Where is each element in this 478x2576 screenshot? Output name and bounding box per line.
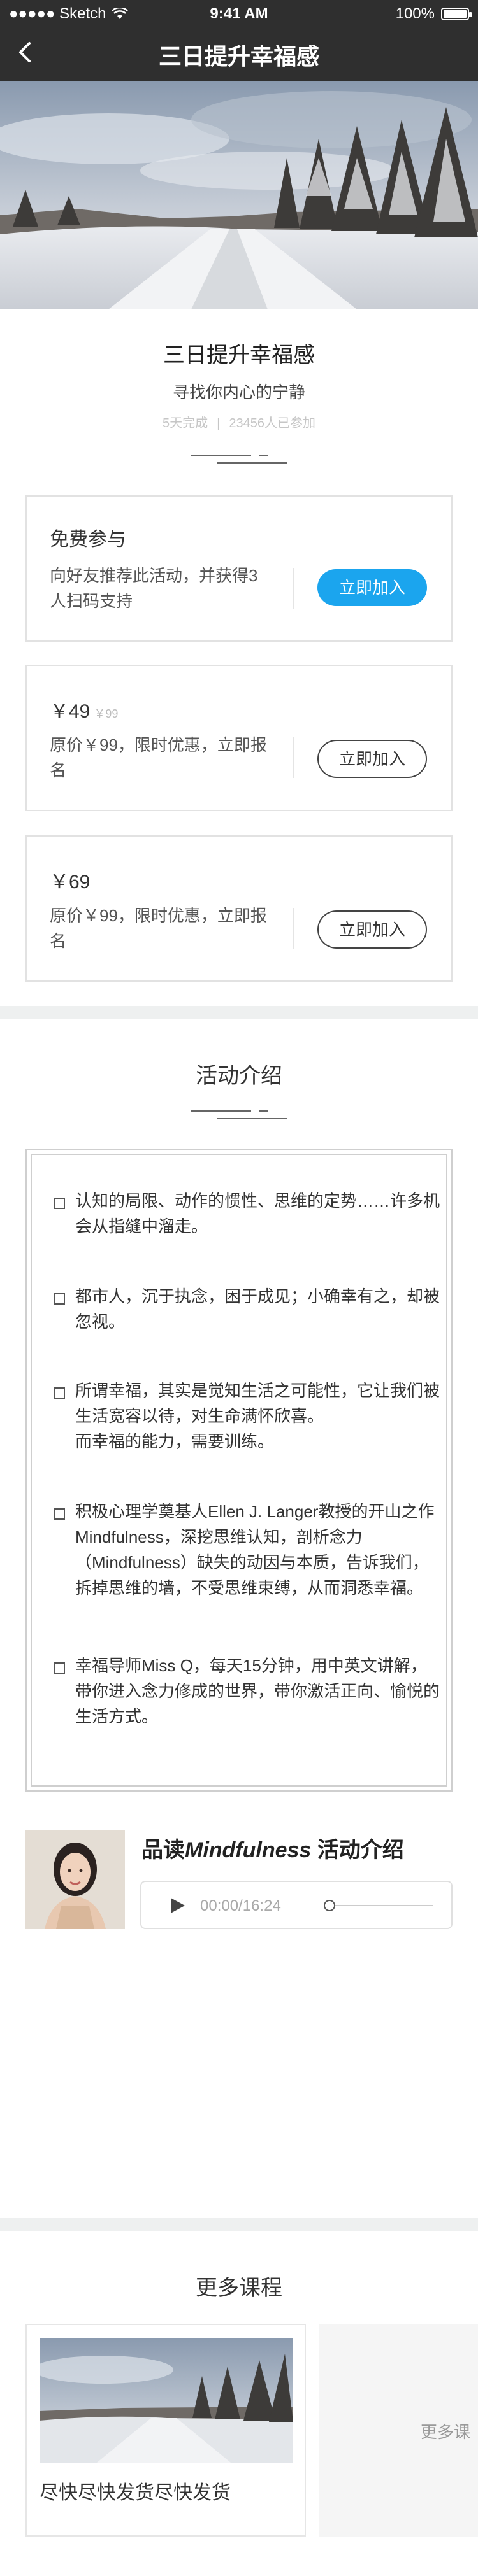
plan-title: 免费参与 <box>50 529 126 550</box>
meta-separator: | <box>217 416 221 430</box>
intro-item-text: 幸福导师Miss Q，每天15分钟，用中英文讲解，带你进入念力修成的世界，带你激… <box>75 1656 440 1726</box>
join-button[interactable]: 立即加入 <box>317 910 427 949</box>
course-title: 三日提升幸福感 <box>163 343 315 367</box>
section-gap <box>0 1006 478 1019</box>
checkbox-icon <box>54 1198 65 1209</box>
intro-divider <box>191 1110 287 1119</box>
course-duration: 5天完成 <box>163 416 208 430</box>
intro-item-text: 都市人，沉于执念，困于成见；小确幸有之，却被忽视。 <box>75 1287 440 1331</box>
more-courses-panel: 更多课 <box>319 2324 478 2537</box>
audio-title: 品读Mindfulness 活动介绍 <box>141 1832 404 1864</box>
intro-title: 活动介绍 <box>196 1064 282 1088</box>
price-original: ￥99 <box>94 707 119 720</box>
audio-progress-track[interactable] <box>326 1905 433 1906</box>
plan-price: ￥49 ￥99 <box>50 695 118 723</box>
status-right: 100% <box>395 5 472 23</box>
plan-description: 原价￥99，限时优惠，立即报名 <box>50 735 267 780</box>
section-gap <box>0 2218 478 2231</box>
join-button[interactable]: 立即加入 <box>317 740 427 778</box>
intro-box: 认知的局限、动作的惯性、思维的定势……许多机会从指缝中溜走。 都市人，沉于执念，… <box>25 1149 453 1792</box>
price-current: ￥49 <box>50 701 91 722</box>
checkbox-icon <box>54 1662 65 1674</box>
audio-title-em: Mindfulness <box>185 1838 312 1862</box>
nav-title: 三日提升幸福感 <box>158 43 319 69</box>
intro-item-text: 所谓幸福，其实是觉知生活之可能性，它让我们被生活宽容以待，对生命满怀欣喜。 而幸… <box>75 1381 440 1451</box>
course-participants: 23456人已参加 <box>229 416 315 430</box>
intro-item: 认知的局限、动作的惯性、思维的定势……许多机会从指缝中溜走。 <box>54 1188 442 1239</box>
intro-item-text: 认知的局限、动作的惯性、思维的定势……许多机会从指缝中溜走。 <box>75 1191 440 1236</box>
intro-item-text: 积极心理学奠基人Ellen J. Langer教授的开山之作Mindfulnes… <box>75 1502 435 1597</box>
card-divider <box>293 568 294 609</box>
avatar <box>25 1830 125 1929</box>
intro-item: 积极心理学奠基人Ellen J. Langer教授的开山之作Mindfulnes… <box>54 1499 442 1601</box>
audio-title-prefix: 品读 <box>141 1838 185 1862</box>
course-subtitle: 寻找你内心的宁静 <box>172 383 305 402</box>
battery-icon <box>441 8 472 20</box>
intro-item: 幸福导师Miss Q，每天15分钟，用中英文讲解，带你进入念力修成的世界，带你激… <box>54 1653 442 1729</box>
card-divider <box>293 908 294 949</box>
course-thumbnail <box>40 2338 293 2463</box>
plan-card-49: ￥49 ￥99 原价￥99，限时优惠，立即报名 立即加入 <box>25 665 453 811</box>
audio-title-suffix: 活动介绍 <box>311 1838 404 1862</box>
navbar: ●●●●● Sketch 9:41 AM 100% 三日提升幸福感 <box>0 0 478 81</box>
price-current: ￥69 <box>50 872 91 893</box>
more-courses-link[interactable]: 更多课 <box>421 2419 470 2443</box>
plan-card-69: ￥69 原价￥99，限时优惠，立即报名 立即加入 <box>25 835 453 982</box>
play-icon[interactable] <box>168 1897 186 1914</box>
join-button[interactable]: 立即加入 <box>317 569 427 606</box>
hero-image <box>0 81 478 309</box>
title-divider <box>191 455 287 464</box>
card-divider <box>293 737 294 778</box>
checkbox-icon <box>54 1387 65 1399</box>
status-bar: ●●●●● Sketch 9:41 AM 100% <box>0 0 478 25</box>
audio-player: 00:00/16:24 <box>140 1881 453 1929</box>
intro-inner-border: 认知的局限、动作的惯性、思维的定势……许多机会从指缝中溜走。 都市人，沉于执念，… <box>31 1154 447 1787</box>
more-courses-title: 更多课程 <box>196 2276 282 2300</box>
audio-time: 00:00/16:24 <box>200 1897 281 1914</box>
audio-progress-knob[interactable] <box>324 1900 335 1911</box>
battery-percent: 100% <box>395 5 435 22</box>
course-meta: 5天完成 | 23456人已参加 <box>0 413 478 431</box>
plan-price: ￥69 <box>50 866 90 894</box>
course-name: 尽快尽快发货尽快发货 <box>40 2482 231 2503</box>
plan-description: 向好友推荐此活动，并获得3人扫码支持 <box>50 566 258 611</box>
intro-item: 都市人，沉于执念，困于成见；小确幸有之，却被忽视。 <box>54 1284 442 1334</box>
checkbox-icon <box>54 1293 65 1305</box>
intro-item: 所谓幸福，其实是觉知生活之可能性，它让我们被生活宽容以待，对生命满怀欣喜。 而幸… <box>54 1378 442 1454</box>
course-card[interactable]: 尽快尽快发货尽快发货 <box>25 2324 306 2537</box>
plan-description: 原价￥99，限时优惠，立即报名 <box>50 906 267 951</box>
checkbox-icon <box>54 1508 65 1520</box>
plan-card-free: 免费参与 向好友推荐此活动，并获得3人扫码支持 立即加入 <box>25 495 453 642</box>
